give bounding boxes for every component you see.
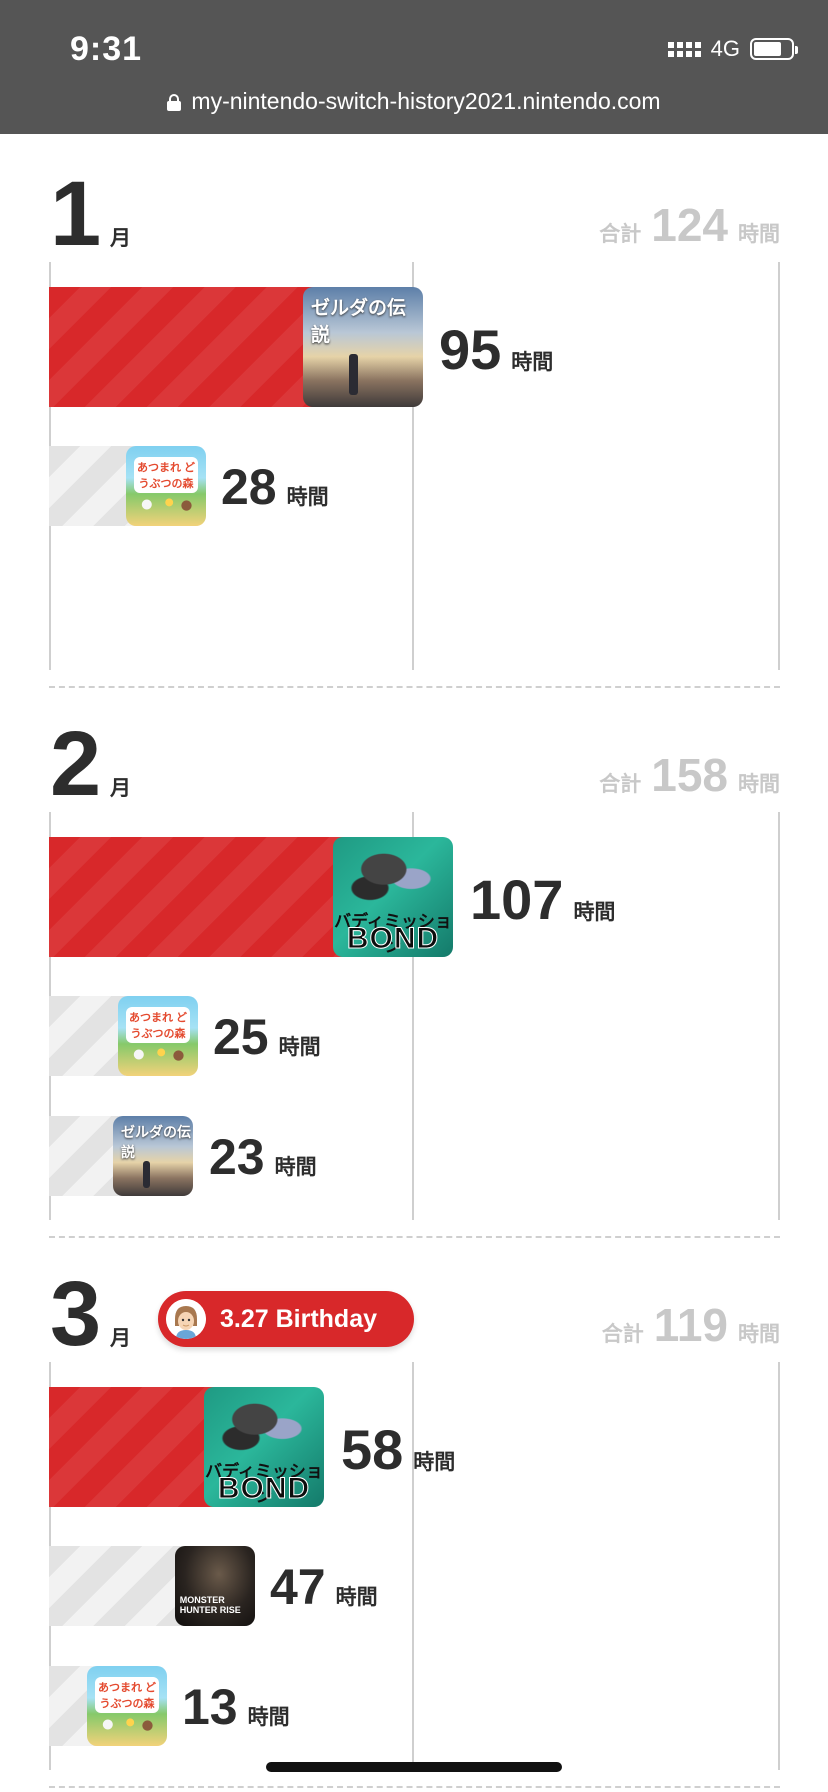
month-total: 合計 124 時間 (599, 198, 780, 252)
mii-avatar-icon (166, 1299, 206, 1339)
month-divider (49, 1786, 780, 1788)
hours-value: 25 (213, 1009, 269, 1065)
month-unit: 月 (110, 1327, 131, 1350)
month-number: 3 (50, 1263, 102, 1365)
game-bar-top: バディミッション BOND (49, 837, 453, 957)
total-label: 合計 (599, 773, 642, 796)
game-hours: 23 時間 (209, 1128, 317, 1186)
month-chart: バディミッション BOND 107 時間 あつまれ どうぶつの森 25 時間 ゼル… (49, 812, 780, 1220)
animal-crossing-cover-icon[interactable]: あつまれ どうぶつの森 (118, 996, 198, 1076)
network-label: 4G (710, 36, 740, 61)
month-unit: 月 (110, 227, 131, 250)
chart-grid-line (778, 262, 780, 670)
month-total: 合計 158 時間 (599, 748, 780, 802)
game-bar: あつまれ どうぶつの森 (49, 446, 206, 526)
game-bar: ゼルダの伝説 (49, 1116, 193, 1196)
month-divider (49, 1236, 780, 1238)
total-value: 119 (653, 1299, 728, 1351)
hours-unit: 時間 (413, 1451, 456, 1474)
total-unit: 時間 (738, 773, 780, 796)
game-bar: MONSTER HUNTER RISE (49, 1546, 255, 1626)
home-indicator[interactable] (266, 1762, 562, 1772)
browser-top-bar: 9:31 4G my-nintendo-switch-history2021.n… (0, 0, 828, 134)
birthday-text: 3.27 Birthday (220, 1304, 378, 1333)
game-bar: あつまれ どうぶつの森 (49, 1666, 167, 1746)
hours-value: 28 (221, 459, 277, 515)
hours-unit: 時間 (247, 1706, 290, 1729)
game-bar: あつまれ どうぶつの森 (49, 996, 198, 1076)
game-hours: 25 時間 (213, 1008, 321, 1066)
hours-unit: 時間 (278, 1036, 321, 1059)
status-time: 9:31 (70, 30, 143, 68)
total-label: 合計 (601, 1323, 644, 1346)
month-number: 1 (50, 163, 102, 265)
hours-value: 13 (182, 1679, 238, 1735)
hours-value: 47 (270, 1559, 326, 1615)
total-value: 158 (651, 749, 728, 801)
lock-icon (167, 93, 182, 111)
bar-fill (49, 837, 379, 957)
game-bar-top: バディミッション BOND (49, 1387, 324, 1507)
month-unit: 月 (110, 777, 131, 800)
buddy-mission-bond-cover-icon[interactable]: バディミッション BOND (333, 837, 453, 957)
hours-unit: 時間 (335, 1586, 378, 1609)
game-hours: 107 時間 (470, 867, 615, 932)
hours-unit: 時間 (573, 901, 616, 924)
url-text: my-nintendo-switch-history2021.nintendo.… (191, 88, 661, 114)
total-value: 124 (651, 199, 728, 251)
signal-icon (667, 41, 701, 57)
hours-value: 95 (439, 318, 502, 381)
address-bar[interactable]: my-nintendo-switch-history2021.nintendo.… (0, 88, 828, 115)
game-hours: 95 時間 (439, 317, 553, 382)
month-chart: バディミッション BOND 58 時間 MONSTER HUNTER RISE 4… (49, 1362, 780, 1770)
birthday-badge: 3.27 Birthday (158, 1291, 414, 1347)
total-unit: 時間 (738, 1323, 780, 1346)
total-unit: 時間 (738, 223, 780, 246)
zelda-botw-cover-icon[interactable]: ゼルダの伝説 (113, 1116, 193, 1196)
chart-grid-line (778, 1362, 780, 1770)
battery-icon (750, 38, 798, 60)
month-chart: ゼルダの伝説 95 時間 あつまれ どうぶつの森 28 時間 (49, 262, 780, 670)
monster-hunter-rise-cover-icon[interactable]: MONSTER HUNTER RISE (175, 1546, 255, 1626)
chart-grid-line (778, 812, 780, 1220)
month-number: 2 (50, 713, 102, 815)
hours-unit: 時間 (511, 351, 554, 374)
hours-unit: 時間 (274, 1156, 317, 1179)
animal-crossing-cover-icon[interactable]: あつまれ どうぶつの森 (126, 446, 206, 526)
game-hours: 47 時間 (270, 1558, 378, 1616)
hours-unit: 時間 (286, 486, 329, 509)
zelda-botw-cover-icon[interactable]: ゼルダの伝説 (303, 287, 423, 407)
game-hours: 28 時間 (221, 458, 329, 516)
game-hours: 58 時間 (341, 1417, 455, 1482)
status-indicators: 4G (667, 36, 798, 62)
hours-value: 23 (209, 1129, 265, 1185)
hours-value: 107 (470, 868, 564, 931)
month-divider (49, 686, 780, 688)
month-total: 合計 119 時間 (602, 1298, 780, 1352)
game-hours: 13 時間 (182, 1678, 290, 1736)
buddy-mission-bond-cover-icon[interactable]: バディミッション BOND (204, 1387, 324, 1507)
game-bar-top: ゼルダの伝説 (49, 287, 423, 407)
animal-crossing-cover-icon[interactable]: あつまれ どうぶつの森 (87, 1666, 167, 1746)
total-label: 合計 (599, 223, 642, 246)
hours-value: 58 (341, 1418, 404, 1481)
